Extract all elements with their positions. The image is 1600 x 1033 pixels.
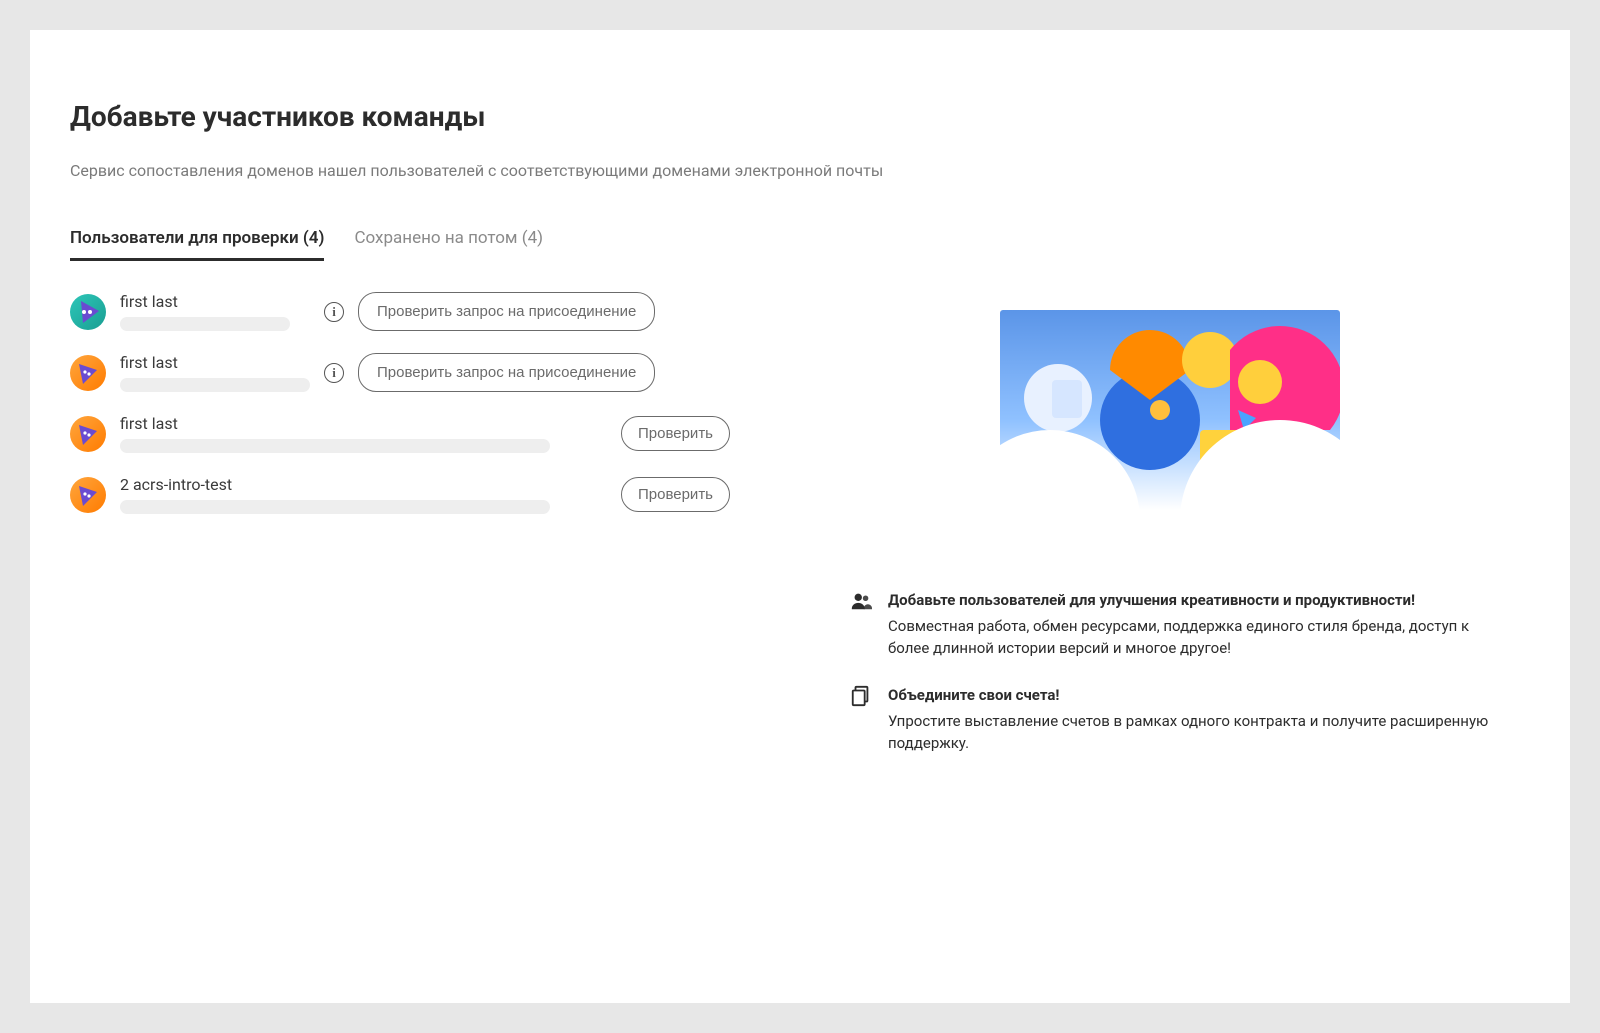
benefit-title: Объедините свои счета! — [888, 685, 1490, 707]
user-name: first last — [120, 414, 550, 433]
review-join-request-button[interactable]: Проверить запрос на присоединение — [358, 292, 655, 331]
user-row: first last Проверить — [70, 414, 730, 453]
hero-illustration — [1000, 310, 1340, 510]
avatar — [70, 355, 106, 391]
user-name-block: first last — [120, 414, 550, 453]
dialog-card: Добавьте участников команды Сервис сопос… — [30, 30, 1570, 1003]
user-name-block: first last — [120, 292, 310, 331]
benefit-text: Объедините свои счета! Упростите выставл… — [888, 685, 1490, 754]
user-email-placeholder — [120, 500, 550, 514]
tab-users-to-review[interactable]: Пользователи для проверки (4) — [70, 220, 324, 261]
users-icon — [850, 590, 872, 612]
review-button[interactable]: Проверить — [621, 416, 730, 451]
avatar — [70, 477, 106, 513]
tabs: Пользователи для проверки (4) Сохранено … — [70, 220, 730, 262]
user-name: 2 acrs-intro-test — [120, 475, 550, 494]
user-name: first last — [120, 353, 310, 372]
user-row: first last i Проверить запрос на присоед… — [70, 292, 730, 331]
benefit-text: Добавьте пользователей для улучшения кре… — [888, 590, 1490, 659]
user-name: first last — [120, 292, 310, 311]
user-email-placeholder — [120, 317, 290, 331]
benefit-title: Добавьте пользователей для улучшения кре… — [888, 590, 1490, 612]
review-join-request-button[interactable]: Проверить запрос на присоединение — [358, 353, 655, 392]
user-email-placeholder — [120, 378, 310, 392]
info-icon[interactable]: i — [324, 302, 344, 322]
user-row: first last i Проверить запрос на присоед… — [70, 353, 730, 392]
benefit-item: Объедините свои счета! Упростите выставл… — [850, 685, 1490, 754]
info-icon[interactable]: i — [324, 363, 344, 383]
benefits-panel: Добавьте пользователей для улучшения кре… — [770, 220, 1530, 821]
user-name-block: first last — [120, 353, 310, 392]
page-subtitle: Сервис сопоставления доменов нашел польз… — [70, 161, 1530, 180]
user-email-placeholder — [120, 439, 550, 453]
avatar — [70, 416, 106, 452]
benefit-desc: Совместная работа, обмен ресурсами, подд… — [888, 616, 1490, 660]
user-row: 2 acrs-intro-test Проверить — [70, 475, 730, 514]
benefit-desc: Упростите выставление счетов в рамках од… — [888, 711, 1490, 755]
page-title: Добавьте участников команды — [70, 100, 1530, 133]
benefit-item: Добавьте пользователей для улучшения кре… — [850, 590, 1490, 659]
users-panel: Пользователи для проверки (4) Сохранено … — [70, 220, 730, 821]
review-button[interactable]: Проверить — [621, 477, 730, 512]
tab-saved-for-later[interactable]: Сохранено на потом (4) — [354, 220, 543, 261]
avatar — [70, 294, 106, 330]
user-name-block: 2 acrs-intro-test — [120, 475, 550, 514]
benefits-list: Добавьте пользователей для улучшения кре… — [850, 590, 1490, 755]
documents-icon — [850, 685, 872, 707]
